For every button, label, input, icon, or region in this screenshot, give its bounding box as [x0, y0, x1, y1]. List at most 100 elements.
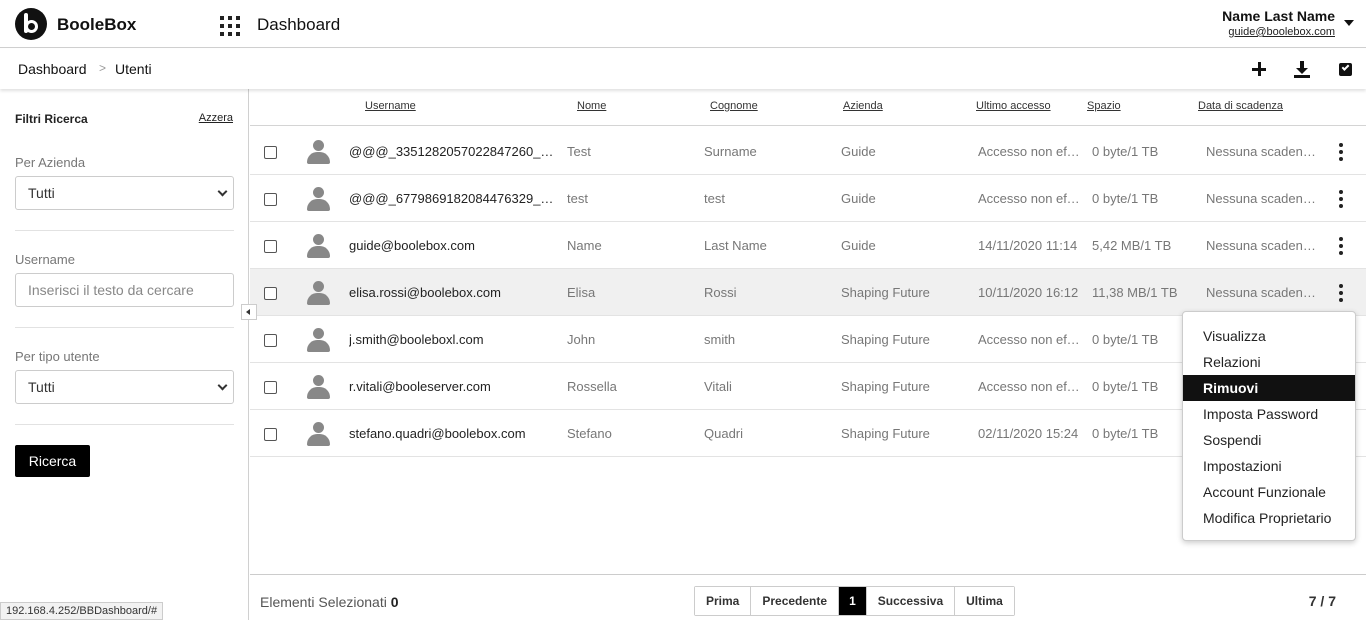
pagination: Prima Precedente 1 Successiva Ultima: [694, 586, 1015, 616]
cell-data-scadenza: Nessuna scadenza: [1206, 144, 1316, 159]
table-row[interactable]: @@@_6779869182084476329_@@@ test test Gu…: [250, 175, 1366, 222]
table-row[interactable]: guide@boolebox.com Name Last Name Guide …: [250, 222, 1366, 269]
items-total: 7 / 7: [1308, 593, 1336, 609]
row-checkbox[interactable]: [264, 381, 277, 394]
cell-username: @@@_6779869182084476329_@@@: [349, 191, 554, 206]
page-last-button[interactable]: Ultima: [955, 587, 1014, 615]
download-icon[interactable]: [1292, 59, 1312, 79]
filters-title: Filtri Ricerca: [15, 112, 88, 126]
menu-item-rimuovi[interactable]: Rimuovi: [1183, 375, 1355, 401]
chevron-down-icon: [217, 186, 228, 197]
username-search-input[interactable]: [15, 273, 234, 307]
user-avatar-icon: [306, 375, 330, 399]
menu-item-sospendi[interactable]: Sospendi: [1183, 427, 1355, 453]
row-checkbox[interactable]: [264, 193, 277, 206]
company-filter-value: Tutti: [28, 185, 55, 201]
cell-spazio: 0 byte/1 TB: [1092, 191, 1159, 206]
row-checkbox[interactable]: [264, 334, 277, 347]
user-avatar-icon: [306, 281, 330, 305]
add-user-icon[interactable]: [1249, 59, 1269, 79]
reset-filters-link[interactable]: Azzera: [199, 112, 233, 124]
chevron-down-icon: [217, 380, 228, 391]
row-checkbox[interactable]: [264, 428, 277, 441]
cell-spazio: 0 byte/1 TB: [1092, 144, 1159, 159]
menu-item-relazioni[interactable]: Relazioni: [1183, 349, 1355, 375]
menu-item-impostazioni[interactable]: Impostazioni: [1183, 453, 1355, 479]
row-menu-kebab-icon[interactable]: [1336, 284, 1346, 302]
user-email[interactable]: guide@boolebox.com: [1228, 26, 1335, 38]
column-cognome[interactable]: Cognome: [710, 100, 758, 112]
menu-item-imposta-password[interactable]: Imposta Password: [1183, 401, 1355, 427]
divider: [15, 230, 234, 231]
cell-username: elisa.rossi@boolebox.com: [349, 285, 501, 300]
cell-username: stefano.quadri@boolebox.com: [349, 426, 526, 441]
user-type-filter-label: Per tipo utente: [15, 349, 100, 364]
cell-cognome: smith: [704, 332, 736, 347]
row-menu-kebab-icon[interactable]: [1336, 143, 1346, 161]
column-ultimo-accesso[interactable]: Ultimo accesso: [976, 100, 1051, 112]
cell-data-scadenza: Nessuna scadenza: [1206, 238, 1316, 253]
user-type-filter-select[interactable]: Tutti: [15, 370, 234, 404]
user-avatar-icon: [306, 328, 330, 352]
collapse-sidebar-icon[interactable]: [241, 304, 257, 320]
user-avatar-icon: [306, 422, 330, 446]
cell-ultimo-accesso: 14/11/2020 11:14: [978, 238, 1078, 253]
username-filter-label: Username: [15, 252, 75, 267]
menu-item-visualizza[interactable]: Visualizza: [1183, 323, 1355, 349]
selected-items-count: 0: [390, 594, 399, 610]
divider: [15, 327, 234, 328]
search-button[interactable]: Ricerca: [15, 445, 90, 477]
page-next-button[interactable]: Successiva: [866, 587, 956, 615]
page-prev-button[interactable]: Precedente: [751, 587, 840, 615]
row-checkbox[interactable]: [264, 240, 277, 253]
cell-nome: Test: [567, 144, 591, 159]
cell-nome: Rossella: [567, 379, 617, 394]
cell-azienda: Shaping Future: [841, 426, 930, 441]
user-avatar-icon: [306, 234, 330, 258]
apps-grid-icon[interactable]: [220, 16, 240, 36]
cell-ultimo-accesso: 10/11/2020 16:12: [978, 285, 1079, 300]
cell-username: @@@_3351282057022847260_@@@: [349, 144, 554, 159]
table-row[interactable]: @@@_3351282057022847260_@@@ Test Surname…: [250, 128, 1366, 175]
menu-item-account-funzionale[interactable]: Account Funzionale: [1183, 479, 1355, 505]
table-footer: Elementi Selezionati 0 Prima Precedente …: [250, 574, 1366, 620]
cell-data-scadenza: Nessuna scadenza: [1206, 285, 1316, 300]
caret-down-icon[interactable]: [1344, 20, 1354, 26]
cell-data-scadenza: Nessuna scadenza: [1206, 191, 1316, 206]
menu-item-modifica-proprietario[interactable]: Modifica Proprietario: [1183, 505, 1355, 531]
cell-spazio: 5,42 MB/1 TB: [1092, 238, 1172, 253]
page-current-button[interactable]: 1: [839, 587, 867, 615]
company-filter-label: Per Azienda: [15, 155, 86, 170]
row-checkbox[interactable]: [264, 146, 277, 159]
cell-ultimo-accesso: Accesso non effettuato: [978, 379, 1083, 394]
boolebox-logo-icon[interactable]: [15, 8, 47, 40]
cell-azienda: Guide: [841, 238, 876, 253]
row-context-menu: Visualizza Relazioni Rimuovi Imposta Pas…: [1182, 311, 1356, 541]
page-first-button[interactable]: Prima: [695, 587, 752, 615]
column-data-scadenza[interactable]: Data di scadenza: [1198, 100, 1283, 112]
cell-azienda: Guide: [841, 144, 876, 159]
table-row[interactable]: elisa.rossi@boolebox.com Elisa Rossi Sha…: [250, 269, 1366, 316]
divider: [15, 424, 234, 425]
row-menu-kebab-icon[interactable]: [1336, 190, 1346, 208]
company-filter-select[interactable]: Tutti: [15, 176, 234, 210]
user-name[interactable]: Name Last Name: [1222, 8, 1335, 24]
row-menu-kebab-icon[interactable]: [1336, 237, 1346, 255]
breadcrumb-dashboard[interactable]: Dashboard: [18, 61, 87, 77]
brand-name[interactable]: BooleBox: [57, 15, 136, 35]
column-username[interactable]: Username: [365, 100, 416, 112]
cell-azienda: Guide: [841, 191, 876, 206]
cell-username: guide@boolebox.com: [349, 238, 475, 253]
cell-cognome: Surname: [704, 144, 757, 159]
cell-ultimo-accesso: Accesso non effettuato: [978, 332, 1083, 347]
select-all-checkbox-icon[interactable]: [1336, 59, 1356, 79]
selected-items-text: Elementi Selezionati: [260, 594, 387, 610]
cell-nome: Elisa: [567, 285, 596, 300]
row-checkbox[interactable]: [264, 287, 277, 300]
user-type-filter-value: Tutti: [28, 379, 55, 395]
page-title: Dashboard: [257, 15, 341, 34]
column-nome[interactable]: Nome: [577, 100, 606, 112]
column-spazio[interactable]: Spazio: [1087, 100, 1121, 112]
column-azienda[interactable]: Azienda: [843, 100, 883, 112]
cell-ultimo-accesso: 02/11/2020 15:24: [978, 426, 1079, 441]
